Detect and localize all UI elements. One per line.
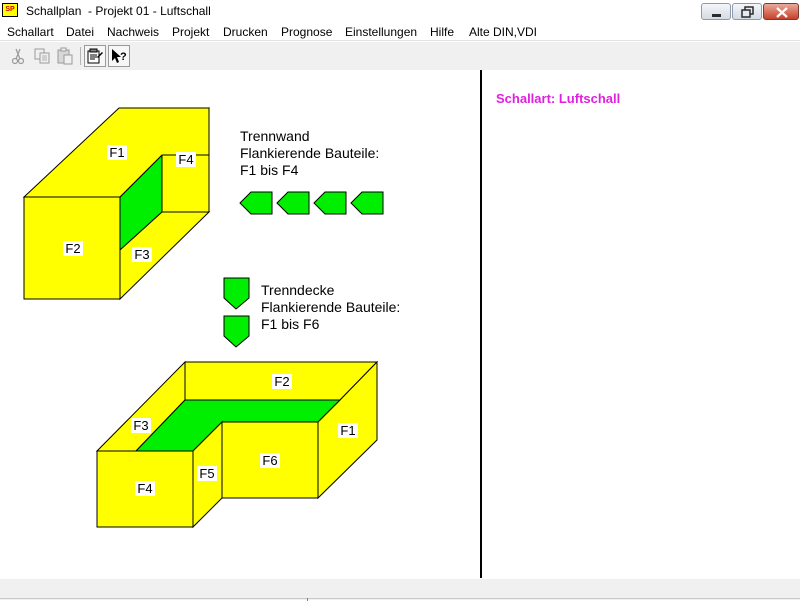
wall-desc-line-1: Trennwand [240, 128, 310, 144]
floor-label-f1: F1 [340, 423, 355, 438]
minimize-button[interactable] [701, 3, 731, 20]
restore-icon [741, 6, 754, 18]
scissors-icon [11, 48, 25, 65]
window-title: Schallplan - Projekt 01 - Luftschall [26, 4, 211, 18]
paste-icon [57, 47, 73, 65]
copy-button[interactable] [31, 45, 53, 67]
floor-desc-line-1: Trenndecke [261, 282, 335, 298]
floor-desc-line-3: F1 bis F6 [261, 316, 320, 332]
wall-label-f2: F2 [65, 241, 80, 256]
wall-arrow-row [239, 191, 384, 215]
minimize-icon [712, 14, 721, 17]
left-arrow-icon [350, 191, 384, 215]
toolbar: ? [0, 42, 800, 70]
wall-label-f1: F1 [109, 145, 124, 160]
floor-diagram [95, 360, 379, 529]
wall-label-f3: F3 [134, 247, 149, 262]
status-bar [0, 578, 800, 601]
floor-label-f6: F6 [262, 453, 277, 468]
info-pane: Schallart: Luftschall [482, 70, 800, 578]
wall-label-f4: F4 [178, 152, 193, 167]
properties-icon [87, 48, 103, 64]
wall-diagram [22, 106, 211, 301]
floor-description: Trenndecke Flankierende Bauteile: F1 bis… [261, 282, 400, 332]
close-icon [776, 7, 788, 18]
status-separator [0, 598, 800, 599]
close-button[interactable] [763, 3, 799, 20]
floor-label-f4: F4 [137, 481, 152, 496]
menu-hilfe[interactable]: Hilfe [430, 25, 454, 39]
app-icon: SP [2, 3, 18, 17]
wall-desc-line-2: Flankierende Bauteile: [240, 145, 379, 161]
menu-bar: Schallart Datei Nachweis Projekt Drucken… [0, 22, 800, 41]
menu-schallart[interactable]: Schallart [7, 25, 54, 39]
menu-prognose[interactable]: Prognose [281, 25, 332, 39]
properties-button[interactable] [84, 45, 106, 67]
context-help-button[interactable]: ? [108, 45, 130, 67]
down-arrow-icon [223, 315, 250, 348]
menu-alte-din-vdi[interactable]: Alte DIN,VDI [469, 25, 537, 39]
floor-label-f3: F3 [133, 418, 148, 433]
menu-datei[interactable]: Datei [66, 25, 94, 39]
menu-projekt[interactable]: Projekt [172, 25, 209, 39]
toolbar-separator [80, 47, 81, 65]
left-arrow-icon [276, 191, 310, 215]
left-arrow-icon [313, 191, 347, 215]
floor-desc-line-2: Flankierende Bauteile: [261, 299, 400, 315]
cut-button[interactable] [7, 45, 29, 67]
wall-desc-line-3: F1 bis F4 [240, 162, 299, 178]
menu-drucken[interactable]: Drucken [223, 25, 268, 39]
maximize-button[interactable] [732, 3, 762, 20]
floor-label-f5: F5 [199, 466, 214, 481]
context-help-icon: ? [112, 49, 127, 63]
menu-nachweis[interactable]: Nachweis [107, 25, 159, 39]
left-arrow-icon [239, 191, 273, 215]
svg-text:?: ? [120, 51, 127, 63]
app-icon-text: SP [5, 6, 15, 13]
title-bar: SP Schallplan - Projekt 01 - Luftschall [0, 0, 800, 22]
floor-label-f2: F2 [274, 374, 289, 389]
diagram-svg: F1 F4 F2 F3 Trennwand Flankierende Baute… [22, 106, 400, 529]
drawing-canvas: F1 F4 F2 F3 Trennwand Flankierende Baute… [0, 70, 481, 578]
paste-button[interactable] [54, 45, 76, 67]
sound-type-label: Schallart: Luftschall [496, 91, 621, 106]
menu-einstellungen[interactable]: Einstellungen [345, 25, 417, 39]
wall-description: Trennwand Flankierende Bauteile: F1 bis … [240, 128, 379, 178]
copy-icon [34, 48, 50, 64]
floor-arrow-column [223, 277, 250, 348]
down-arrow-icon [223, 277, 250, 310]
